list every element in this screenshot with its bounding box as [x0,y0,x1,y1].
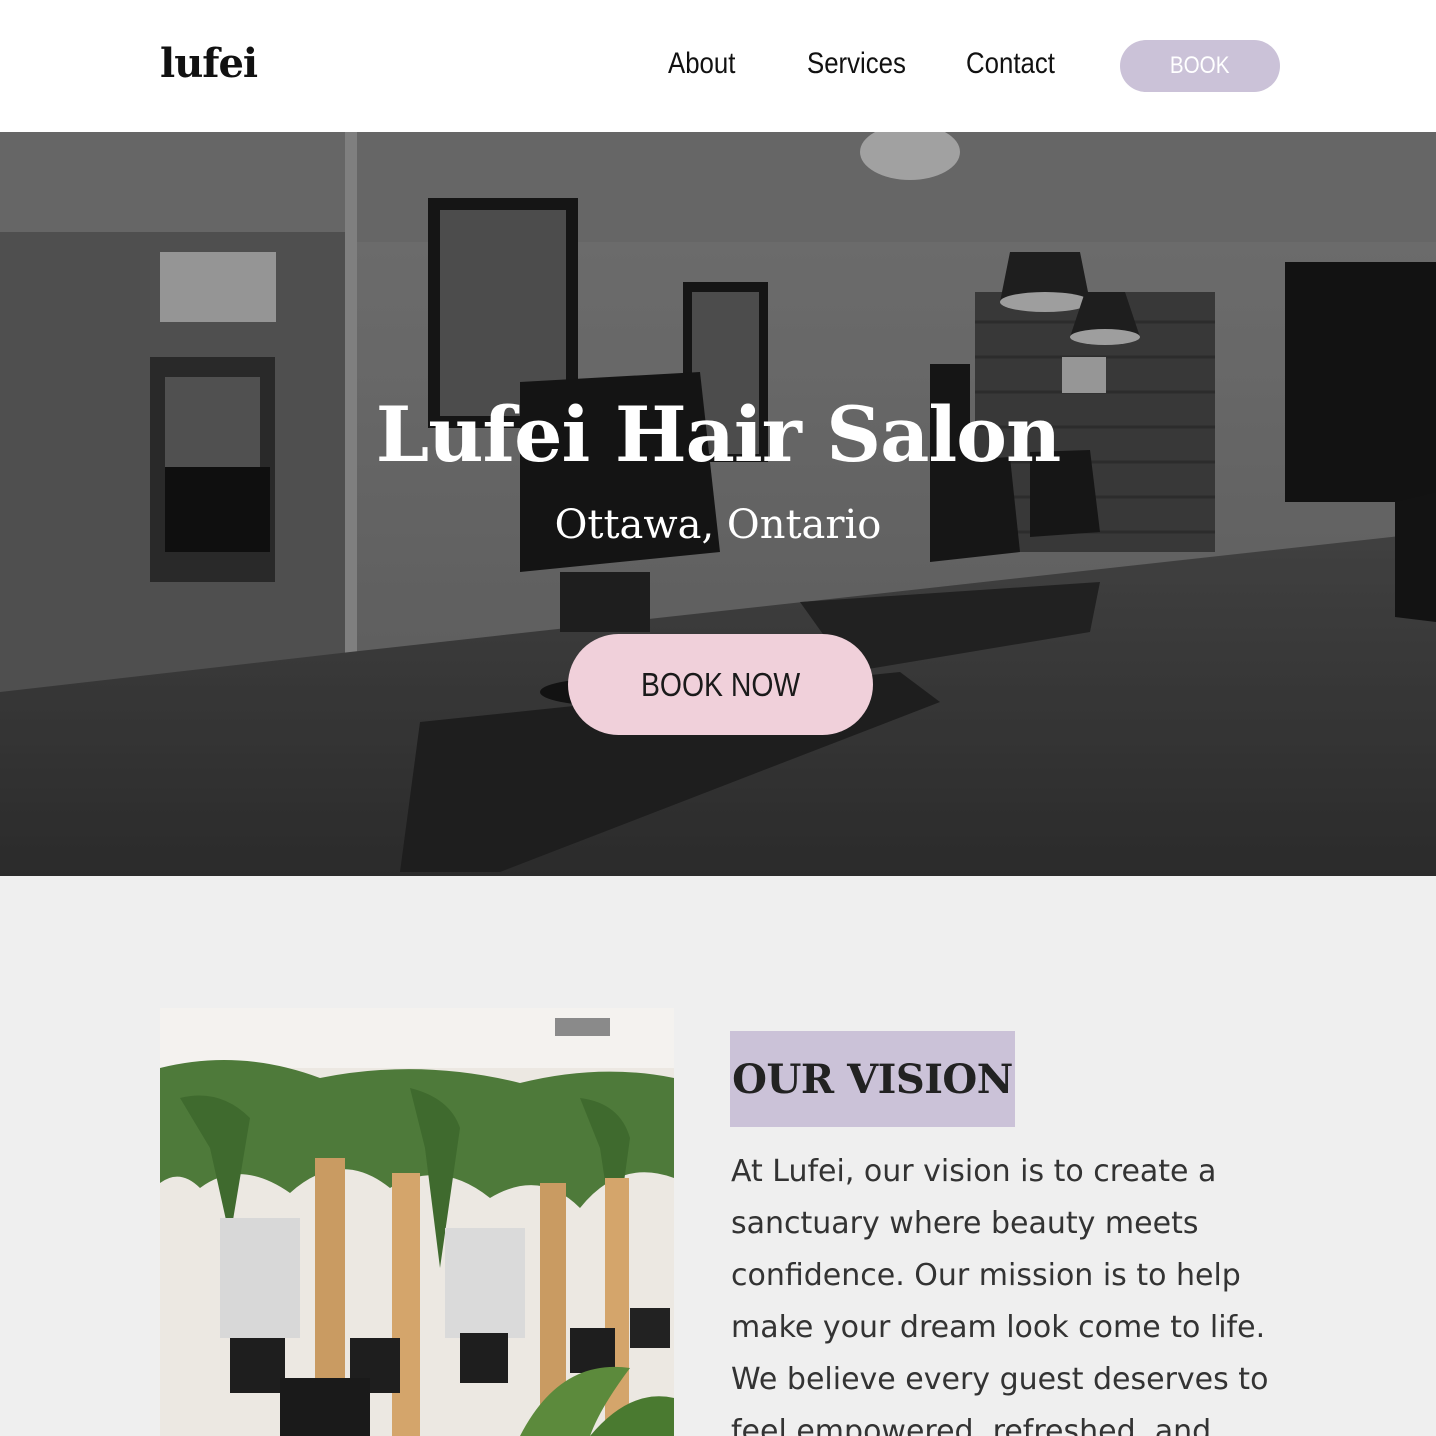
site-logo[interactable]: lufei [160,40,258,87]
book-button[interactable]: BOOK [1120,40,1280,92]
vision-heading-box: OUR VISION [730,1031,1015,1127]
vision-heading: OUR VISION [732,1055,1013,1103]
hero-section: Lufei Hair Salon Ottawa, Ontario BOOK NO… [0,132,1436,876]
book-now-label: BOOK NOW [640,665,801,703]
salon-interior-image [160,1008,674,1436]
nav-link-about[interactable]: About [668,47,735,81]
vision-body-text: At Lufei, our vision is to create a sanc… [731,1154,1269,1436]
hero-title: Lufei Hair Salon [375,390,1061,479]
salon-interior-photo [160,1008,674,1436]
book-now-button[interactable]: BOOK NOW [568,634,873,735]
site-header: lufei About Services Contact BOOK [0,0,1436,132]
hero-subtitle: Ottawa, Ontario [554,502,882,548]
book-button-label: BOOK [1170,52,1230,79]
nav-link-services[interactable]: Services [807,47,906,81]
nav-link-contact[interactable]: Contact [966,47,1055,81]
